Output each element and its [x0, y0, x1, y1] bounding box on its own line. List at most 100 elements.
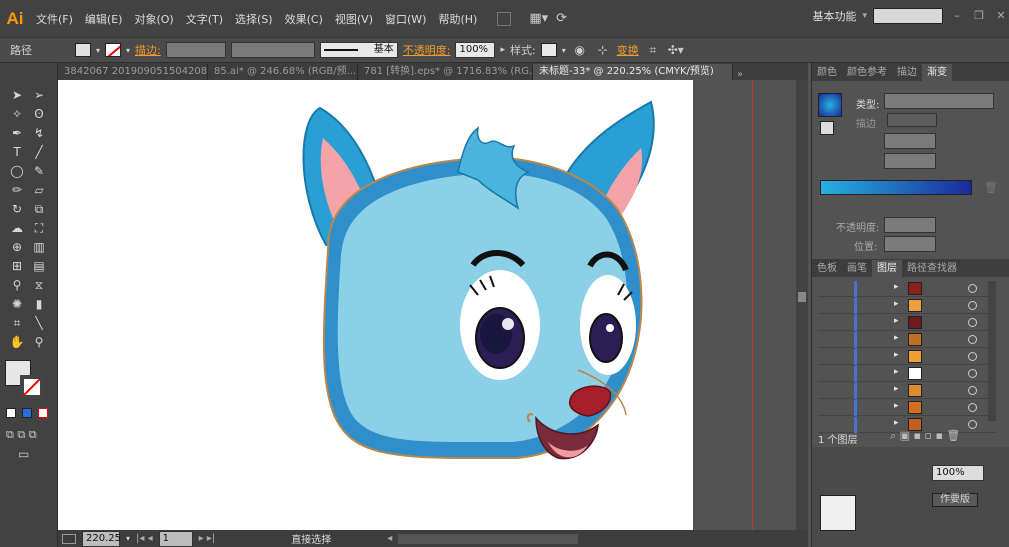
mesh-icon[interactable]: ⊞	[8, 258, 26, 274]
panel-menu-icon[interactable]: ✣▾	[667, 42, 685, 58]
recolor-icon[interactable]: ◉	[571, 42, 589, 58]
symbol-sprayer-icon[interactable]: ✺	[8, 296, 26, 312]
angle-field[interactable]	[884, 133, 936, 149]
menu-select[interactable]: 选择(S)	[229, 11, 279, 27]
stroke-gradient-buttons[interactable]	[887, 113, 937, 127]
perspective-icon[interactable]: ▥	[30, 239, 48, 255]
opacity-input[interactable]: 100%	[455, 42, 496, 58]
line-tool-icon[interactable]: ╱	[30, 144, 48, 160]
search-input[interactable]	[873, 8, 943, 24]
tab-document-active[interactable]: 未标题-33* @ 220.25% (CMYK/预览)	[533, 64, 733, 80]
zoom-tool-icon[interactable]: ⚲	[30, 334, 48, 350]
gradient-opacity-field[interactable]	[884, 217, 936, 233]
gradient-tool-icon[interactable]: ▤	[30, 258, 48, 274]
graph-tool-icon[interactable]: ▮	[30, 296, 48, 312]
direct-selection-tool-icon[interactable]: ➢	[30, 87, 48, 103]
gradient-preview[interactable]	[818, 93, 842, 117]
restore-icon[interactable]: ❐	[971, 9, 987, 23]
canvas-area[interactable]	[58, 80, 808, 530]
status-menu-icon[interactable]: ◂	[387, 533, 392, 544]
tab-gradient[interactable]: 渐变	[922, 64, 952, 81]
tab-color[interactable]: 颜色	[812, 64, 842, 81]
stroke-weight-field[interactable]	[165, 42, 226, 58]
opacity-label[interactable]: 不透明度:	[403, 42, 451, 58]
layer-row[interactable]: ▸	[818, 332, 996, 348]
artboard-tool-icon[interactable]: ⌗	[8, 315, 26, 331]
arrange-icon[interactable]: ▦▾	[529, 11, 548, 26]
page-field[interactable]: 1	[158, 530, 193, 547]
gpu-icon[interactable]: ⟳	[556, 11, 567, 26]
menu-file[interactable]: 文件(F)	[30, 11, 79, 27]
shape-builder-icon[interactable]: ⊕	[8, 239, 26, 255]
lower-opacity-field[interactable]: 100%	[932, 465, 984, 481]
layer-row[interactable]: ▸	[818, 281, 996, 297]
stroke-label[interactable]: 描边:	[135, 42, 161, 58]
aspect-field[interactable]	[884, 153, 936, 169]
curvature-icon[interactable]: ↯	[30, 125, 48, 141]
gradient-type-dropdown[interactable]	[884, 93, 994, 109]
prev-artboard-icon[interactable]: |◂ ◂	[136, 533, 153, 544]
menu-effect[interactable]: 效果(C)	[279, 11, 329, 27]
minimize-icon[interactable]: –	[949, 9, 965, 23]
menu-help[interactable]: 帮助(H)	[432, 11, 483, 27]
close-icon[interactable]: ✕	[993, 9, 1009, 23]
fill-swatch[interactable]	[75, 43, 91, 57]
tab-stroke[interactable]: 描边	[892, 64, 922, 81]
vertical-scrollbar[interactable]	[796, 80, 808, 530]
tab-overflow-icon[interactable]: »	[733, 69, 747, 80]
chevron-down-icon[interactable]: ▾	[862, 11, 867, 21]
draw-mode-icons[interactable]: ⧉ ⧉ ⧉	[6, 428, 37, 442]
tab-document-2[interactable]: 85.ai* @ 246.68% (RGB/预...	[208, 64, 358, 80]
tab-document-3[interactable]: 781 [转换].eps* @ 1716.83% (RG...	[358, 64, 533, 80]
artboard[interactable]	[58, 80, 693, 530]
scale-icon[interactable]: ⧉	[30, 201, 48, 217]
chevron-down-icon[interactable]: ▾	[562, 46, 566, 55]
isolate-icon[interactable]: ⌗	[644, 42, 662, 58]
menu-window[interactable]: 窗口(W)	[379, 11, 432, 27]
layer-row[interactable]: ▸	[818, 298, 996, 314]
style-swatch[interactable]	[540, 43, 557, 57]
transform-label[interactable]: 变换	[617, 42, 639, 58]
hand-tool-icon[interactable]: ✋	[8, 334, 26, 350]
chevron-down-icon[interactable]: ▾	[96, 46, 100, 55]
tab-color-guide[interactable]: 颜色参考	[842, 64, 892, 81]
paintbrush-icon[interactable]: ✎	[30, 163, 48, 179]
warp-icon[interactable]: ☁	[8, 220, 26, 236]
tab-pathfinder[interactable]: 路径查找器	[902, 260, 962, 277]
selection-tool-icon[interactable]: ➤	[8, 87, 26, 103]
deer-illustration[interactable]	[58, 80, 693, 530]
blend-icon[interactable]: ⧖	[30, 277, 48, 293]
lasso-icon[interactable]: ʘ	[30, 106, 48, 122]
eyedropper-icon[interactable]: ⚲	[8, 277, 26, 293]
tab-layers[interactable]: 图层	[872, 260, 902, 277]
zoom-field[interactable]: 220.25	[82, 530, 121, 547]
gradient-slider[interactable]	[820, 180, 972, 195]
layer-row[interactable]: ▸	[818, 315, 996, 331]
chevron-down-icon[interactable]: ▾	[126, 534, 130, 543]
stroke-color-box[interactable]	[20, 375, 44, 399]
screen-mode-icon[interactable]: ▭	[18, 447, 29, 461]
stroke-style-dropdown[interactable]: 基本	[319, 42, 398, 58]
tab-document-1[interactable]: 3842067 20190905150420890000.ai*	[58, 64, 208, 80]
free-transform-icon[interactable]: ⛶	[30, 220, 48, 236]
status-icon[interactable]	[62, 533, 76, 544]
layer-row[interactable]: ▸	[818, 349, 996, 365]
horizontal-scrollbar[interactable]	[398, 533, 579, 544]
none-mode-icon[interactable]	[38, 408, 48, 418]
workspace-switcher[interactable]: 基本功能	[812, 8, 856, 24]
next-artboard-icon[interactable]: ▸ ▸|	[199, 533, 216, 544]
color-mode-icon[interactable]	[6, 408, 16, 418]
trash-icon[interactable]: 🗑	[984, 181, 998, 194]
gradient-fill-icon[interactable]	[820, 121, 834, 135]
menu-view[interactable]: 视图(V)	[329, 11, 379, 27]
eraser-icon[interactable]: ▱	[30, 182, 48, 198]
pen-tool-icon[interactable]: ✒	[8, 125, 26, 141]
rotate-icon[interactable]: ↻	[8, 201, 26, 217]
chevron-down-icon[interactable]: ▾	[126, 46, 130, 55]
ellipse-tool-icon[interactable]: ◯	[8, 163, 26, 179]
layer-row[interactable]: ▸	[818, 383, 996, 399]
tab-swatches[interactable]: 色板	[812, 260, 842, 277]
chevron-right-icon[interactable]: ▸	[500, 45, 505, 55]
menu-edit[interactable]: 编辑(E)	[79, 11, 129, 27]
menu-object[interactable]: 对象(O)	[128, 11, 179, 27]
